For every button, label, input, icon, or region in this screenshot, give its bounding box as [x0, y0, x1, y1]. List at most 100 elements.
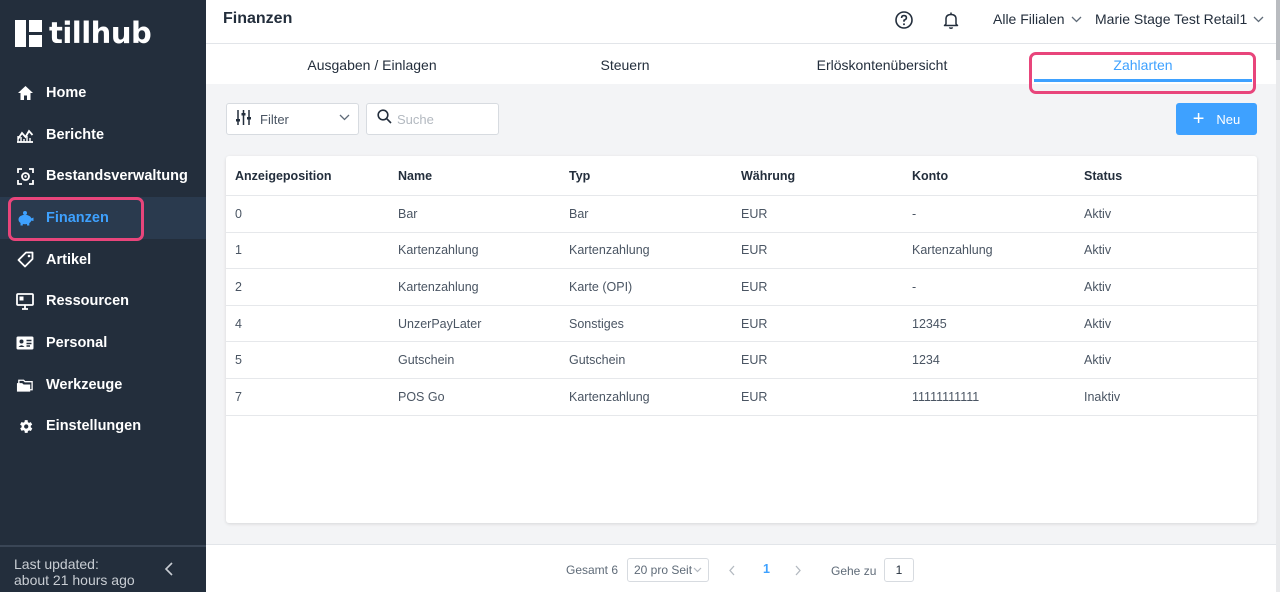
cell-currency: EUR [741, 279, 768, 294]
top-header: Finanzen Alle Filialen Marie Stage Test … [206, 0, 1276, 44]
table-row[interactable]: 4 UnzerPayLater Sonstiges EUR 12345 Akti… [226, 306, 1257, 343]
cell-name: Kartenzahlung [398, 279, 479, 294]
tag-icon [16, 251, 34, 269]
branch-select-value: Alle Filialen [993, 11, 1065, 27]
filter-label: Filter [260, 111, 289, 127]
filter-dropdown[interactable]: Filter [226, 103, 359, 135]
table-row[interactable]: 5 Gutschein Gutschein EUR 1234 Aktiv [226, 342, 1257, 379]
sidebar-item-ressourcen[interactable]: Ressourcen [0, 280, 206, 322]
chevron-down-icon [339, 114, 350, 121]
sidebar-item-artikel[interactable]: Artikel [0, 239, 206, 281]
goto-label: Gehe zu [831, 564, 877, 578]
chevron-down-icon [1253, 16, 1264, 22]
page-scrollbar[interactable] [1276, 0, 1280, 592]
cell-position: 2 [235, 279, 242, 294]
id-card-icon [16, 334, 34, 352]
cell-name: Bar [398, 206, 418, 221]
sidebar-item-label: Berichte [46, 126, 105, 143]
highlight-box-finanzen [8, 197, 144, 241]
tillhub-logo[interactable]: tillhub [15, 16, 152, 50]
sidebar-nav: Home Berichte Bestandsverwaltung Finanze… [0, 72, 206, 447]
page-number-current[interactable]: 1 [763, 562, 770, 576]
search-icon [377, 109, 392, 129]
sidebar-item-personal[interactable]: Personal [0, 322, 206, 364]
help-icon[interactable] [894, 10, 914, 30]
sidebar-item-label: Home [46, 84, 87, 101]
table-row[interactable]: 2 Kartenzahlung Karte (OPI) EUR - Aktiv [226, 269, 1257, 306]
cell-currency: EUR [741, 243, 768, 258]
cell-position: 5 [235, 353, 242, 368]
column-header-status[interactable]: Status [1084, 169, 1244, 183]
sidebar-item-label: Ressourcen [46, 293, 130, 310]
gear-icon [16, 417, 34, 435]
tab-erloeskontenuebersicht[interactable]: Erlöskontenübersicht [817, 57, 948, 73]
tab-ausgaben-einlagen[interactable]: Ausgaben / Einlagen [307, 57, 436, 73]
tab-steuern[interactable]: Steuern [600, 57, 649, 73]
cell-account: 11111111111 [912, 389, 980, 404]
sidebar-item-label: Artikel [46, 251, 92, 268]
logo-text: tillhub [49, 16, 152, 50]
tillhub-logo-mark-icon [15, 19, 42, 47]
next-page-icon[interactable] [794, 563, 802, 581]
cell-account: 12345 [912, 316, 947, 331]
sidebar-item-label: Einstellungen [46, 418, 142, 435]
sidebar-item-einstellungen[interactable]: Einstellungen [0, 406, 206, 448]
cell-status: Aktiv [1084, 243, 1112, 258]
cell-type: Gutschein [569, 353, 626, 368]
cell-name: Kartenzahlung [398, 243, 479, 258]
cell-type: Bar [569, 206, 589, 221]
collapse-sidebar-icon[interactable] [164, 562, 178, 576]
sidebar: tillhub Home Berichte Bestandsverwaltung… [0, 0, 206, 592]
cell-type: Kartenzahlung [569, 389, 650, 404]
sidebar-item-label: Personal [46, 334, 108, 351]
sidebar-item-home[interactable]: Home [0, 72, 206, 114]
search-field[interactable] [366, 103, 499, 135]
account-select[interactable]: Marie Stage Test Retail1 [1095, 11, 1264, 27]
cell-account: Kartenzahlung [912, 243, 993, 258]
cell-status: Aktiv [1084, 206, 1112, 221]
page-scrollbar-thumb[interactable] [1276, 0, 1280, 60]
cell-position: 7 [235, 389, 242, 404]
chevron-down-icon [1071, 16, 1082, 22]
cell-position: 4 [235, 316, 242, 331]
chart-icon [16, 126, 34, 144]
sidebar-item-bestandsverwaltung[interactable]: Bestandsverwaltung [0, 155, 206, 197]
monitor-icon [16, 292, 34, 310]
branch-select[interactable]: Alle Filialen [993, 11, 1082, 27]
payment-types-table: Anzeigeposition Name Typ Währung Konto S… [226, 156, 1257, 523]
goto-page-input[interactable] [884, 558, 914, 582]
cell-position: 0 [235, 206, 242, 221]
plus-icon: + [1192, 108, 1205, 130]
column-header-name[interactable]: Name [398, 169, 569, 183]
page-title: Finanzen [223, 10, 293, 27]
page-size-select[interactable]: 20 pro Seit [627, 558, 709, 582]
page-size-value: 20 pro Seit [634, 563, 693, 577]
sidebar-item-berichte[interactable]: Berichte [0, 114, 206, 156]
cell-account: 1234 [912, 353, 940, 368]
previous-page-icon[interactable] [728, 563, 736, 581]
column-header-anzeigeposition[interactable]: Anzeigeposition [226, 169, 398, 183]
notification-bell-icon[interactable] [941, 10, 961, 30]
sidebar-footer: Last updated: about 21 hours ago [0, 545, 206, 592]
cell-account: - [912, 206, 917, 221]
cell-account: - [912, 279, 917, 294]
new-button-label: Neu [1216, 111, 1241, 127]
table-row[interactable]: 7 POS Go Kartenzahlung EUR 11111111111 I… [226, 379, 1257, 416]
sidebar-item-label: Werkzeuge [46, 376, 123, 393]
cell-currency: EUR [741, 353, 768, 368]
total-count: Gesamt 6 [566, 563, 619, 577]
column-header-typ[interactable]: Typ [569, 169, 741, 183]
new-payment-type-button[interactable]: + Neu [1176, 103, 1257, 135]
column-header-konto[interactable]: Konto [912, 169, 1084, 183]
cell-name: UnzerPayLater [398, 316, 482, 331]
table-row[interactable]: 0 Bar Bar EUR - Aktiv [226, 196, 1257, 233]
cell-status: Aktiv [1084, 353, 1112, 368]
cell-name: POS Go [398, 389, 445, 404]
table-row[interactable]: 1 Kartenzahlung Kartenzahlung EUR Karten… [226, 233, 1257, 270]
sidebar-item-werkzeuge[interactable]: Werkzeuge [0, 364, 206, 406]
column-header-waehrung[interactable]: Währung [741, 169, 912, 183]
cell-currency: EUR [741, 389, 768, 404]
cell-currency: EUR [741, 316, 768, 331]
account-select-value: Marie Stage Test Retail1 [1095, 11, 1248, 27]
search-input[interactable] [397, 111, 492, 127]
